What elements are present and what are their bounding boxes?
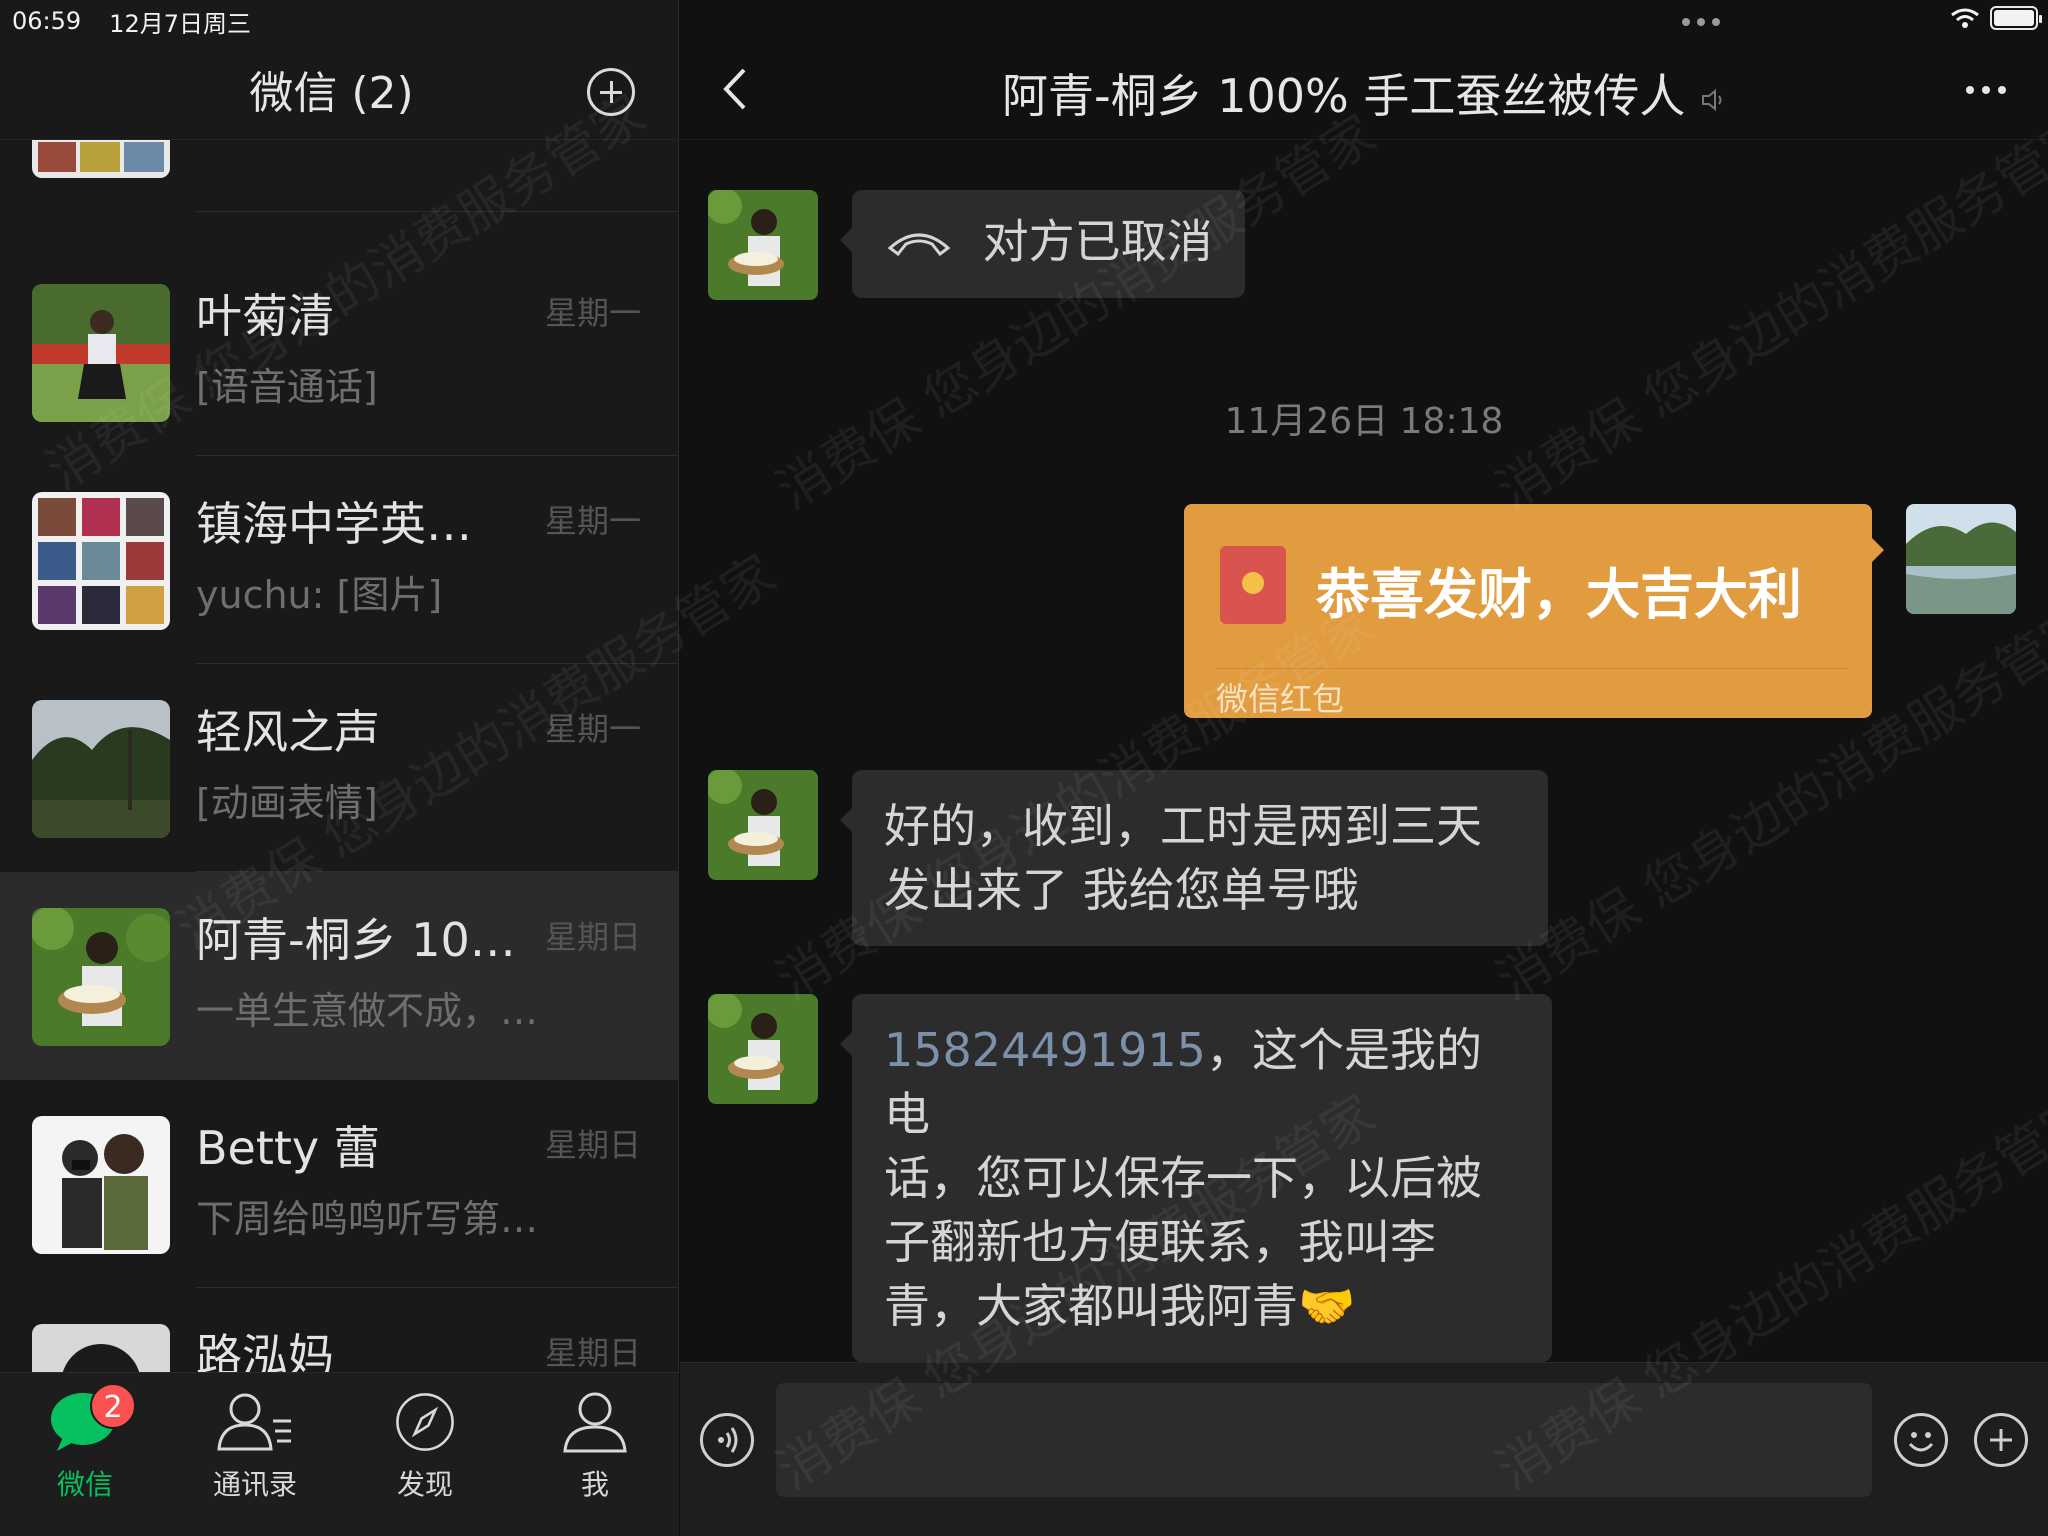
avatar bbox=[32, 492, 170, 630]
message-line: 子翻新也方便联系，我叫李 bbox=[884, 1215, 1436, 1269]
add-plus-icon[interactable] bbox=[587, 68, 635, 116]
chat-list-pane: 06:59 12月7日周三 微信 (2) 叶菊清 [语音通话] 星期一 镇海中学… bbox=[0, 0, 679, 1536]
red-envelope-icon bbox=[1220, 546, 1286, 624]
tab-label: 通讯录 bbox=[212, 1468, 297, 1501]
chat-time: 星期一 bbox=[544, 502, 641, 540]
chat-preview: yuchu: [图片] bbox=[196, 573, 443, 617]
person-icon bbox=[563, 1392, 627, 1453]
chat-time: 星期一 bbox=[544, 710, 641, 748]
chat-name: Betty 蕾 bbox=[196, 1121, 380, 1175]
contact-avatar[interactable] bbox=[708, 994, 818, 1104]
tab-bar: 2 微信 通讯录 发现 我 bbox=[0, 1372, 679, 1536]
message-line: 好的，收到，工时是两到三天 bbox=[884, 799, 1482, 853]
conversation-header: 阿青-桐乡 100% 手工蚕丝被传人 bbox=[680, 38, 2048, 140]
list-item[interactable] bbox=[0, 140, 679, 212]
message-line: 话，您可以保存一下，以后被 bbox=[884, 1151, 1482, 1205]
avatar bbox=[32, 284, 170, 422]
unread-badge: 2 bbox=[90, 1383, 136, 1429]
screen: 06:59 12月7日周三 微信 (2) 叶菊清 [语音通话] 星期一 镇海中学… bbox=[0, 0, 2048, 1536]
chat-name: 阿青-桐乡 10… bbox=[196, 913, 516, 967]
list-item-selected[interactable]: 阿青-桐乡 10… 一单生意做不成，… 星期日 bbox=[0, 872, 679, 1080]
chat-preview: [语音通话] bbox=[196, 365, 378, 409]
input-bar bbox=[680, 1362, 2048, 1536]
battery-icon bbox=[1990, 6, 2042, 30]
status-bar-right bbox=[1950, 6, 2042, 30]
voice-input-icon[interactable] bbox=[700, 1413, 754, 1467]
avatar bbox=[32, 1116, 170, 1254]
my-avatar[interactable] bbox=[1906, 504, 2016, 614]
tab-label: 微信 bbox=[56, 1468, 113, 1501]
red-packet-label: 微信红包 bbox=[1216, 680, 1345, 718]
avatar bbox=[32, 1324, 170, 1372]
contacts-icon bbox=[217, 1393, 291, 1451]
call-status-text: 对方已取消 bbox=[982, 214, 1213, 269]
tab-chats[interactable]: 2 微信 bbox=[0, 1383, 170, 1503]
chat-name: 镇海中学英… bbox=[196, 497, 472, 551]
chat-time: 星期日 bbox=[544, 1126, 641, 1164]
red-packet-title: 恭喜发财，大吉大利 bbox=[1316, 563, 1802, 626]
list-item[interactable]: 镇海中学英… yuchu: [图片] 星期一 bbox=[0, 456, 679, 664]
status-date: 12月7日周三 bbox=[109, 9, 251, 38]
contact-avatar[interactable] bbox=[708, 190, 818, 300]
conversation-title-text: 阿青-桐乡 100% 手工蚕丝被传人 bbox=[1002, 69, 1686, 123]
tab-contacts[interactable]: 通讯录 bbox=[170, 1391, 340, 1503]
more-options-icon[interactable] bbox=[1966, 86, 2006, 94]
chat-name: 路泓妈 bbox=[196, 1329, 334, 1372]
compass-icon bbox=[396, 1393, 454, 1451]
conversation-pane: 阿青-桐乡 100% 手工蚕丝被传人 对方已取消 11月26日 18:18 恭喜… bbox=[680, 0, 2048, 1536]
status-bar-left: 06:59 12月7日周三 bbox=[12, 4, 251, 38]
conversation-title: 阿青-桐乡 100% 手工蚕丝被传人 bbox=[680, 60, 2048, 126]
list-item[interactable]: 轻风之声 [动画表情] 星期一 bbox=[0, 664, 679, 872]
chat-list[interactable]: 叶菊清 [语音通话] 星期一 镇海中学英… yuchu: [图片] 星期一 轻风… bbox=[0, 140, 679, 1372]
avatar bbox=[32, 700, 170, 838]
avatar bbox=[32, 908, 170, 1046]
list-item[interactable]: 路泓妈 星期日 bbox=[0, 1288, 679, 1372]
tab-label: 发现 bbox=[396, 1468, 453, 1501]
red-packet-bubble[interactable]: 恭喜发财，大吉大利 微信红包 bbox=[1184, 504, 1884, 718]
message-timestamp: 11月26日 18:18 bbox=[1224, 401, 1504, 442]
chat-list-title: 微信 (2) bbox=[249, 67, 414, 119]
chat-list-header: 微信 (2) bbox=[0, 38, 679, 140]
add-attachment-icon[interactable] bbox=[1974, 1413, 2028, 1467]
phone-number-link[interactable]: 15824491915 bbox=[884, 1023, 1206, 1077]
avatar bbox=[32, 140, 170, 178]
tab-label: 我 bbox=[580, 1468, 609, 1501]
message-line: 15824491915，这个是我的电 bbox=[884, 1018, 1520, 1146]
tab-discover[interactable]: 发现 bbox=[340, 1391, 510, 1503]
message-bubble[interactable]: 好的，收到，工时是两到三天 发出来了 我给您单号哦 bbox=[840, 770, 1548, 946]
chat-preview: 一单生意做不成，… bbox=[196, 989, 539, 1033]
status-time: 06:59 bbox=[12, 7, 82, 35]
divider bbox=[1216, 668, 1848, 669]
chat-time: 星期一 bbox=[544, 294, 641, 332]
tab-me[interactable]: 我 bbox=[510, 1391, 680, 1503]
emoji-icon[interactable] bbox=[1894, 1413, 1948, 1467]
chat-time: 星期日 bbox=[544, 1334, 641, 1372]
chat-preview: [动画表情] bbox=[196, 781, 378, 825]
multitask-handle[interactable] bbox=[1682, 18, 1720, 26]
divider bbox=[196, 211, 679, 212]
chat-time: 星期日 bbox=[544, 918, 641, 956]
message-input[interactable] bbox=[776, 1383, 1872, 1497]
chat-name: 轻风之声 bbox=[196, 705, 380, 759]
chat-name: 叶菊清 bbox=[196, 289, 334, 343]
chat-preview: 下周给鸣鸣听写第… bbox=[196, 1197, 539, 1241]
mute-icon bbox=[1701, 88, 1722, 111]
call-record-bubble[interactable]: 对方已取消 bbox=[840, 190, 1245, 298]
message-line: 青，大家都叫我阿青🤝 bbox=[884, 1279, 1356, 1333]
phone-hangup-icon bbox=[887, 233, 951, 256]
list-item[interactable]: Betty 蕾 下周给鸣鸣听写第… 星期日 bbox=[0, 1080, 679, 1288]
message-line: 发出来了 我给您单号哦 bbox=[884, 863, 1359, 917]
contact-avatar[interactable] bbox=[708, 770, 818, 880]
list-item[interactable]: 叶菊清 [语音通话] 星期一 bbox=[0, 248, 679, 456]
wifi-icon bbox=[1951, 8, 1979, 28]
message-bubble[interactable]: 15824491915，这个是我的电 话，您可以保存一下，以后被 子翻新也方便联… bbox=[840, 994, 1552, 1362]
